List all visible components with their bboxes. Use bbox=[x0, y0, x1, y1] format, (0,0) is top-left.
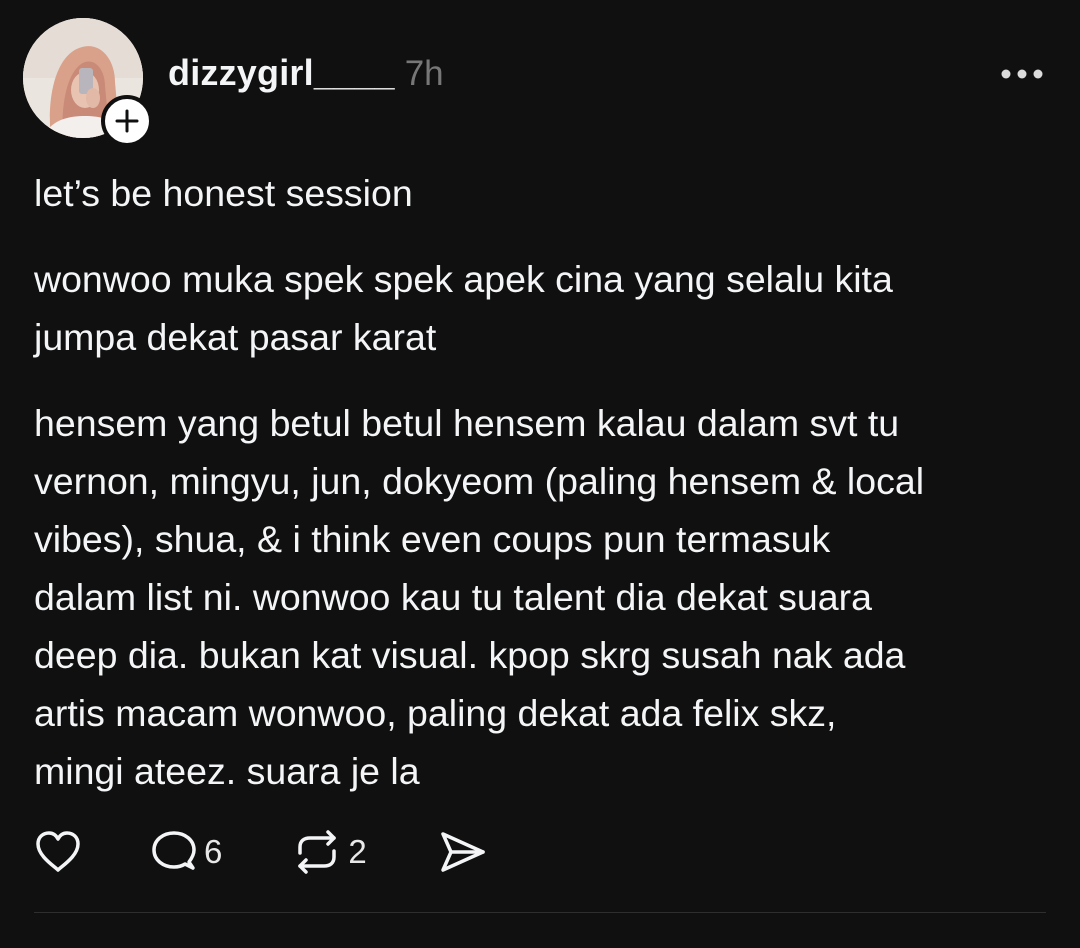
repost-count: 2 bbox=[348, 833, 367, 870]
paragraph-2: wonwoo muka spek spek apek cina yang sel… bbox=[34, 250, 1054, 366]
divider bbox=[34, 912, 1046, 913]
text-line: jumpa dekat pasar karat bbox=[34, 316, 437, 358]
post-content: let’s be honest session wonwoo muka spek… bbox=[34, 164, 1054, 800]
follow-button[interactable] bbox=[101, 95, 153, 147]
heart-icon bbox=[36, 831, 80, 872]
reply-count: 6 bbox=[204, 833, 223, 870]
text-line: deep dia. bukan kat visual. kpop skrg su… bbox=[34, 634, 906, 676]
plus-icon bbox=[115, 109, 139, 133]
text-line: artis macam wonwoo, paling dekat ada fel… bbox=[34, 692, 837, 734]
repost-button[interactable]: 2 bbox=[292, 829, 367, 875]
action-bar: 6 2 bbox=[34, 826, 487, 878]
repost-icon bbox=[298, 830, 337, 874]
thread-post: dizzygirl____ 7h let’s be honest session… bbox=[0, 0, 1080, 948]
post-header: dizzygirl____ 7h bbox=[168, 52, 444, 100]
share-button[interactable] bbox=[439, 830, 487, 874]
comment-bubble-icon bbox=[152, 831, 196, 870]
text-line: vibes), shua, & i think even coups pun t… bbox=[34, 518, 831, 560]
more-options-button[interactable] bbox=[996, 56, 1048, 92]
avatar-container bbox=[23, 18, 153, 147]
send-icon bbox=[440, 832, 485, 872]
text-line: wonwoo muka spek spek apek cina yang sel… bbox=[34, 258, 893, 300]
reply-button[interactable]: 6 bbox=[150, 829, 222, 875]
text-line: let’s be honest session bbox=[34, 172, 413, 214]
timestamp: 7h bbox=[404, 54, 444, 93]
text-line: mingi ateez. suara je la bbox=[34, 750, 420, 792]
like-button[interactable] bbox=[34, 830, 82, 874]
text-line: vernon, mingyu, jun, dokyeom (paling hen… bbox=[34, 460, 925, 502]
username[interactable]: dizzygirl____ bbox=[168, 52, 395, 94]
more-horizontal-icon bbox=[1001, 69, 1043, 79]
text-line: hensem yang betul betul hensem kalau dal… bbox=[34, 402, 900, 444]
paragraph-3: hensem yang betul betul hensem kalau dal… bbox=[34, 394, 1054, 800]
paragraph-1: let’s be honest session bbox=[34, 164, 1054, 222]
text-line: dalam list ni. wonwoo kau tu talent dia … bbox=[34, 576, 872, 618]
